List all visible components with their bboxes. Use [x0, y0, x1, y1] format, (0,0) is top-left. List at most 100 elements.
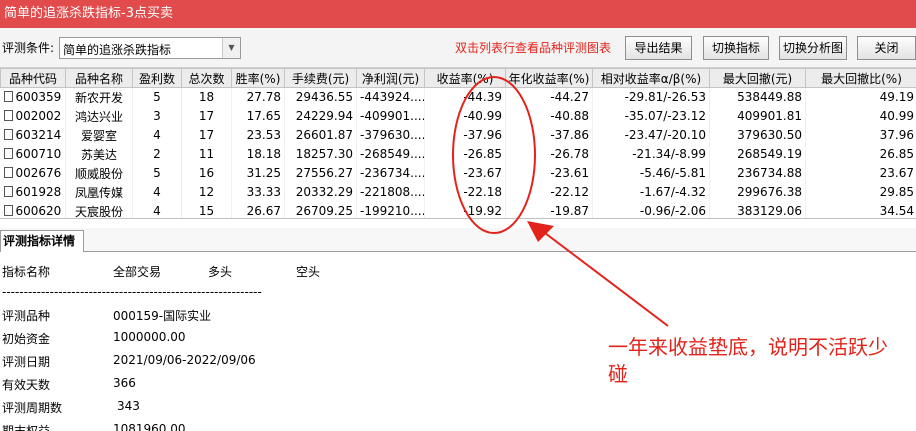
- cell-text: 29.85: [879, 185, 914, 199]
- switch-indicator-button[interactable]: 切换指标: [703, 36, 769, 60]
- table-cell: 爱婴室: [65, 125, 133, 145]
- table-cell: 4: [132, 182, 182, 202]
- table-cell: 409901.81: [709, 106, 806, 126]
- document-icon: [3, 167, 13, 178]
- results-table: 品种代码 品种名称 盈利数 总次数 胜率(%) 手续费(元) 净利润(元) 收益…: [0, 68, 916, 219]
- condition-select[interactable]: 简单的追涨杀跌指标 ▼: [59, 37, 241, 59]
- cell-text: 600359: [15, 90, 62, 105]
- column-header[interactable]: 相对收益率α/β(%): [592, 68, 710, 88]
- table-cell: 236734.88: [709, 163, 806, 183]
- cell-text: 23.67: [879, 166, 914, 180]
- column-header[interactable]: 最大回撤(元): [709, 68, 806, 88]
- cell-text: -379630....: [360, 128, 425, 142]
- table-cell: 27556.27: [284, 163, 357, 183]
- cell-text: 12: [198, 185, 215, 199]
- column-header[interactable]: 盈利数: [132, 68, 182, 88]
- cell-text: 4: [153, 204, 161, 218]
- table-row[interactable]: 603214 爱婴室 4 17 23.53 26601.87 -379630.... -37.…: [0, 125, 916, 145]
- cell-text: 37.96: [879, 128, 914, 142]
- chevron-down-icon[interactable]: ▼: [222, 38, 240, 58]
- window-title: 简单的追涨杀跌指标-3点买卖: [0, 0, 916, 28]
- cell-text: -19.87: [550, 204, 589, 218]
- table-cell: 16: [181, 163, 232, 183]
- cell-text: -199210....: [360, 204, 425, 218]
- table-cell: 29436.55: [284, 87, 357, 107]
- cell-text: 409901.81: [737, 109, 802, 123]
- column-header[interactable]: 总次数: [181, 68, 232, 88]
- table-cell: 27.78: [231, 87, 285, 107]
- cell-text: 26709.25: [295, 204, 353, 218]
- table-cell: 23.67: [805, 163, 916, 183]
- table-cell: 383129.06: [709, 201, 806, 218]
- detail-row-value: 1081960.00: [113, 422, 186, 431]
- switch-chart-button[interactable]: 切换分析图: [779, 36, 847, 60]
- cell-text: 18: [198, 90, 215, 105]
- table-cell: 11: [181, 144, 232, 164]
- tab-indicator-details[interactable]: 评测指标详情: [0, 230, 84, 252]
- column-header[interactable]: 收益率(%): [424, 68, 506, 88]
- table-row[interactable]: 002002 鸿达兴业 3 17 17.65 24229.94 -409901.... -40…: [0, 106, 916, 126]
- column-header[interactable]: 最大回撤比(%): [805, 68, 916, 88]
- column-header[interactable]: 年化收益率(%): [505, 68, 593, 88]
- cell-text: -221808....: [360, 185, 425, 199]
- cell-text: -26.78: [550, 147, 589, 161]
- document-icon: [3, 110, 13, 121]
- table-cell: 12: [181, 182, 232, 202]
- table-row[interactable]: 601928 凤凰传媒 4 12 33.33 20332.29 -221808.... -22…: [0, 182, 916, 202]
- detail-row-name: 评测品种: [2, 309, 51, 323]
- table-cell: -37.86: [505, 125, 593, 145]
- table-cell: 24229.94: [284, 106, 357, 126]
- table-cell: -443924....: [356, 87, 425, 107]
- table-cell: 538449.88: [709, 87, 806, 107]
- table-cell: 26709.25: [284, 201, 357, 218]
- table-row[interactable]: 002676 顺威股份 5 16 31.25 27556.27 -236734.... -23…: [0, 163, 916, 183]
- cell-text: 236734.88: [737, 166, 802, 180]
- detail-row-value: 1000000.00: [113, 330, 186, 344]
- column-header[interactable]: 胜率(%): [231, 68, 285, 88]
- detail-header: 指标名称: [2, 265, 51, 279]
- table-cell: 379630.50: [709, 125, 806, 145]
- column-header[interactable]: 净利润(元): [356, 68, 425, 88]
- table-row[interactable]: 600359 新农开发 5 18 27.78 29436.55 -443924.... -44…: [0, 87, 916, 107]
- cell-text: 4: [153, 185, 161, 199]
- table-cell: -26.85: [424, 144, 506, 164]
- column-header[interactable]: 品种名称: [65, 68, 133, 88]
- table-cell: -221808....: [356, 182, 425, 202]
- table-cell: -23.67: [424, 163, 506, 183]
- table-cell: -37.96: [424, 125, 506, 145]
- cell-text: -268549....: [360, 147, 425, 161]
- column-header[interactable]: 品种代码: [0, 68, 66, 88]
- table-cell: -0.96/-2.06: [592, 201, 710, 218]
- cell-text: 17.65: [246, 109, 281, 123]
- cell-text: 鸿达兴业: [74, 109, 123, 124]
- cell-text: -26.85: [463, 147, 502, 161]
- column-header[interactable]: 手续费(元): [284, 68, 357, 88]
- cell-text: 538449.88: [737, 90, 802, 105]
- table-cell: 31.25: [231, 163, 285, 183]
- cell-text: 16: [198, 166, 215, 180]
- cell-text: -21.34/-8.99: [632, 147, 706, 161]
- table-cell: 4: [132, 201, 182, 218]
- cell-text: 603214: [15, 128, 62, 142]
- cell-text: 601928: [15, 185, 62, 199]
- table-cell: 17: [181, 125, 232, 145]
- export-button[interactable]: 导出结果: [625, 36, 692, 60]
- document-icon: [3, 186, 13, 197]
- table-cell: -19.92: [424, 201, 506, 218]
- table-cell: 23.53: [231, 125, 285, 145]
- close-button[interactable]: 关闭: [857, 36, 916, 60]
- cell-text: 29436.55: [295, 90, 353, 105]
- cell-text: -22.12: [550, 185, 589, 199]
- cell-text: 5: [153, 90, 161, 105]
- table-row[interactable]: 600710 苏美达 2 11 18.18 18257.30 -268549.... -26.…: [0, 144, 916, 164]
- condition-label: 评测条件:: [2, 41, 55, 55]
- hint-text: 双击列表行查看品种评测图表: [455, 41, 612, 55]
- cell-text: 4: [153, 128, 161, 142]
- table-cell: -40.99: [424, 106, 506, 126]
- table-cell: 凤凰传媒: [65, 182, 133, 202]
- table-row[interactable]: 600620 天宸股份 4 15 26.67 26709.25 -199210.... -19…: [0, 201, 916, 218]
- cell-text: 3: [153, 109, 161, 123]
- table-cell: 40.99: [805, 106, 916, 126]
- table-cell: 268549.19: [709, 144, 806, 164]
- detail-row-name: 期末权益: [2, 424, 51, 431]
